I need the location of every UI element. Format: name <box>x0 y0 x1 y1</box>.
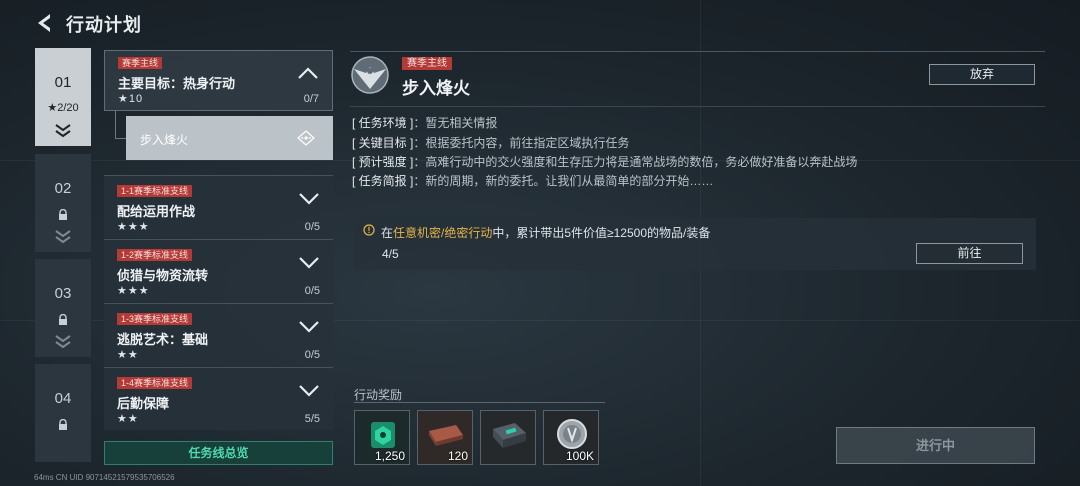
objective-count: 4/5 <box>382 247 399 261</box>
green-token-icon <box>371 422 395 448</box>
abandon-button[interactable]: 放弃 <box>929 64 1035 85</box>
objective-prefix: 在 <box>381 226 394 240</box>
chevron-down-icon <box>299 257 319 269</box>
mission-card[interactable]: 1-1赛季标准支线 配给运用作战 ★★★ 0/5 <box>104 175 333 238</box>
reward-item[interactable] <box>480 410 536 465</box>
info-intensity: [ 预计强度 ]：高难行动中的交火强度和生存压力将是通常战场的数倍，务必做好准备… <box>352 153 857 170</box>
mission-stars: ★10 <box>118 93 144 105</box>
info-value: ：暂无相关情报 <box>413 116 498 130</box>
chapter-stars: ★2/20 <box>47 102 79 114</box>
chevron-up-icon <box>298 67 318 79</box>
status-bar: 64ms CN UID 9071452157953570652​6 <box>34 473 175 482</box>
mission-progress: 5/5 <box>304 413 320 425</box>
mission-overview-button[interactable]: 任务线总览 <box>104 441 333 465</box>
season-tag: 赛季主线 <box>402 57 452 70</box>
mission-card-main[interactable]: 赛季主线 主要目标：热身行动 ★10 0/7 <box>104 50 333 111</box>
objective-highlight: 任意机密/绝密行动 <box>393 226 493 240</box>
chapter-tab-04[interactable]: 04 <box>35 364 91 462</box>
info-key: [ 任务简报 ] <box>352 174 414 188</box>
reward-item[interactable]: 120 <box>417 410 473 465</box>
chapter-number: 02 <box>54 180 72 197</box>
mission-tag: 1-2赛季标准支线 <box>117 249 193 261</box>
mission-title: 主要目标：热身行动 <box>118 76 236 91</box>
mission-stars: ★★ <box>117 413 139 425</box>
reward-count: 120 <box>447 449 468 463</box>
mission-progress: 0/5 <box>304 221 320 233</box>
ammo-box-icon <box>429 425 463 446</box>
divider <box>350 51 1045 52</box>
double-chevron-down-icon <box>55 335 71 349</box>
info-environment: [ 任务环境 ]：暂无相关情报 <box>352 114 497 131</box>
mission-tag: 1-1赛季标准支线 <box>117 185 193 197</box>
info-key: [ 任务环境 ] <box>352 116 414 130</box>
mission-tag: 赛季主线 <box>118 57 163 69</box>
chapter-tab-01[interactable]: 01 ★2/20 <box>35 48 91 146</box>
chevron-down-icon <box>299 385 319 397</box>
info-value: ：高难行动中的交火强度和生存压力将是通常战场的数倍，务必做好准备以奔赴战场 <box>413 155 858 169</box>
chapter-number: 01 <box>54 74 72 91</box>
chevron-down-icon <box>299 193 319 205</box>
divider <box>350 106 1045 107</box>
info-value: ：新的周期，新的委托。让我们从最简单的部分开始…… <box>413 174 714 188</box>
mission-card[interactable]: 1-4赛季标准支线 后勤保障 ★★ 5/5 <box>104 367 333 430</box>
silver-coin-icon <box>557 419 587 449</box>
goto-button[interactable]: 前往 <box>916 243 1023 264</box>
mission-progress: 0/7 <box>303 93 319 105</box>
mission-card[interactable]: 1-2赛季标准支线 侦猎与物资流转 ★★★ 0/5 <box>104 239 333 302</box>
back-arrow-icon <box>38 14 50 32</box>
chapter-number: 04 <box>54 390 72 407</box>
objective-text: 在任意机密/绝密行动中，累计带出5件价值≥12500的物品/装备 <box>381 224 710 241</box>
chapter-number: 03 <box>54 285 72 302</box>
info-objective: [ 关键目标 ]：根据委托内容，前往指定区域执行任务 <box>352 134 629 151</box>
divider <box>354 402 605 403</box>
tree-connector <box>115 111 116 139</box>
mission-tag: 1-4赛季标准支线 <box>117 377 193 389</box>
mission-progress: 0/5 <box>304 349 320 361</box>
objective-suffix: 中，累计带出5件价值≥12500的物品/装备 <box>492 226 711 240</box>
rewards-label: 行动奖励 <box>354 388 403 402</box>
subtask-label: 步入烽火 <box>140 133 189 147</box>
chapter-tab-02[interactable]: 02 <box>35 154 91 252</box>
lock-icon <box>59 209 67 220</box>
mission-progress: 0/5 <box>304 285 320 297</box>
mission-title: 配给运用作战 <box>117 204 196 219</box>
reward-item[interactable]: 100K <box>543 410 599 465</box>
tree-connector <box>115 138 126 139</box>
eagle-emblem-icon <box>351 56 389 94</box>
info-circle-icon <box>363 224 375 236</box>
target-diamond-icon <box>297 130 315 146</box>
header: 行动计划 <box>0 0 1080 46</box>
supply-case-icon <box>493 423 526 448</box>
double-chevron-down-icon <box>55 124 71 138</box>
info-key: [ 预计强度 ] <box>352 155 414 169</box>
lock-icon <box>59 314 67 325</box>
info-briefing: [ 任务简报 ]：新的周期，新的委托。让我们从最简单的部分开始…… <box>352 172 713 189</box>
subtask-selected[interactable]: 步入烽火 <box>126 116 333 160</box>
chevron-down-icon <box>299 321 319 333</box>
mission-title: 逃脱艺术：基础 <box>117 332 209 347</box>
double-chevron-down-icon <box>55 230 71 244</box>
mission-card[interactable]: 1-3赛季标准支线 逃脱艺术：基础 ★★ 0/5 <box>104 303 333 366</box>
mission-name: 步入烽火 <box>402 79 470 98</box>
info-key: [ 关键目标 ] <box>352 136 414 150</box>
chapter-tab-03[interactable]: 03 <box>35 259 91 357</box>
page-title: 行动计划 <box>66 15 142 35</box>
reward-item[interactable]: 1,250 <box>354 410 410 465</box>
mission-stars: ★★★ <box>117 221 150 233</box>
mission-title: 侦猎与物资流转 <box>117 268 209 283</box>
mission-stars: ★★★ <box>117 285 150 297</box>
info-value: ：根据委托内容，前往指定区域执行任务 <box>413 136 630 150</box>
reward-count: 1,250 <box>374 449 405 463</box>
reward-count: 100K <box>565 449 594 463</box>
mission-tag: 1-3赛季标准支线 <box>117 313 193 325</box>
mission-title: 后勤保障 <box>117 396 170 411</box>
lock-icon <box>59 419 67 430</box>
mission-stars: ★★ <box>117 349 139 361</box>
in-progress-button: 进行中 <box>836 427 1035 464</box>
back-button[interactable] <box>32 11 56 35</box>
